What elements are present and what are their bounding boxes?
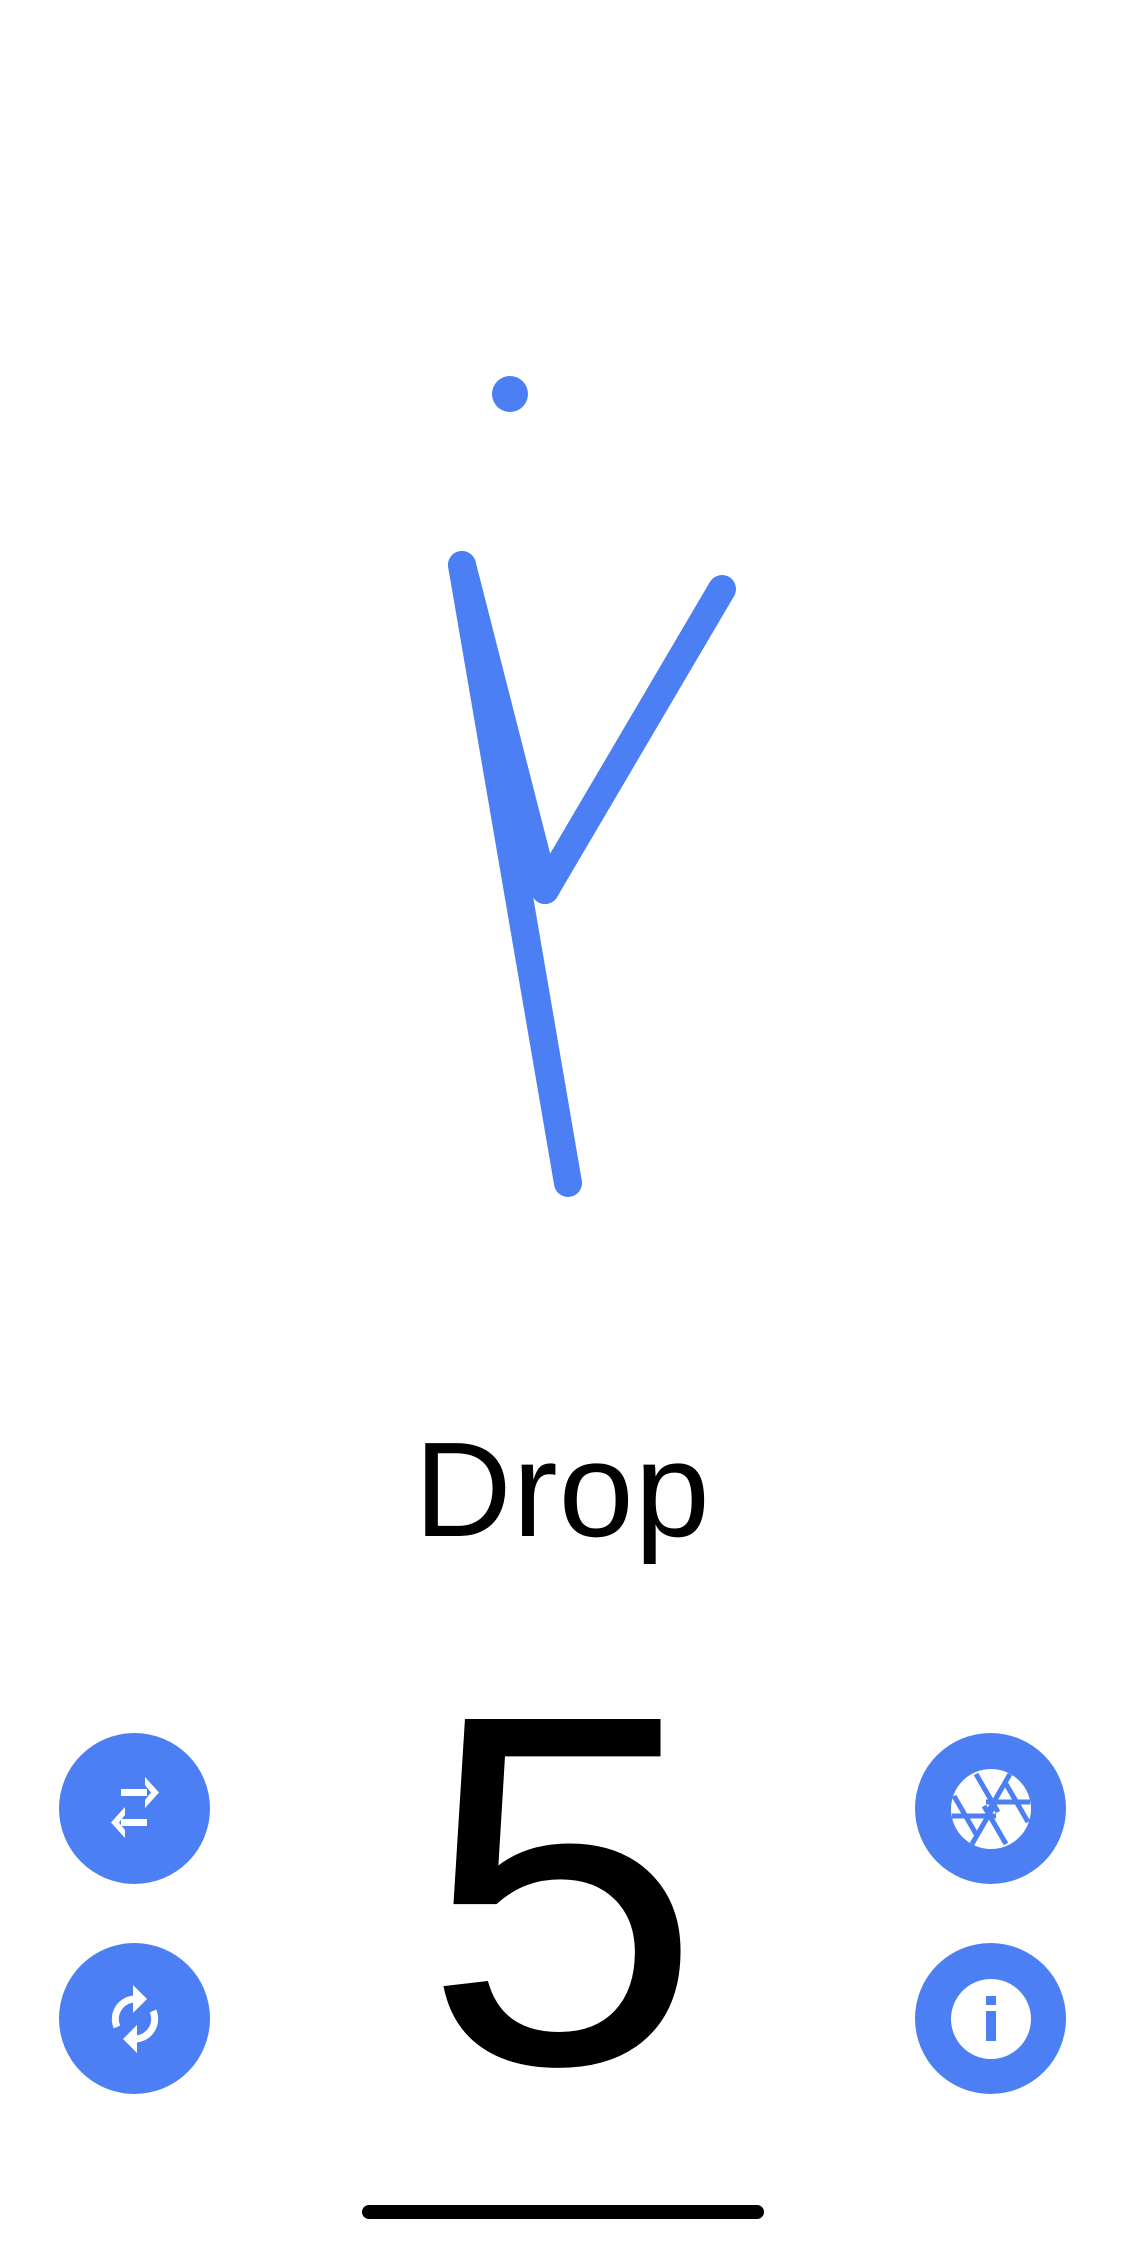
home-indicator[interactable] (362, 2205, 764, 2219)
refresh-icon (111, 1984, 158, 2053)
stick-figure (448, 376, 736, 1197)
info-button[interactable] (915, 1943, 1066, 2094)
swap-arrows-icon (110, 1776, 159, 1838)
refresh-button[interactable] (59, 1943, 210, 2094)
pose-name: Drop (414, 1414, 711, 1565)
figure-right-arm (531, 575, 736, 904)
info-icon (950, 1978, 1031, 2059)
swap-button[interactable] (59, 1733, 210, 1884)
aperture-icon (950, 1768, 1031, 1849)
aperture-button[interactable] (915, 1733, 1066, 1884)
figure-head (492, 376, 528, 412)
